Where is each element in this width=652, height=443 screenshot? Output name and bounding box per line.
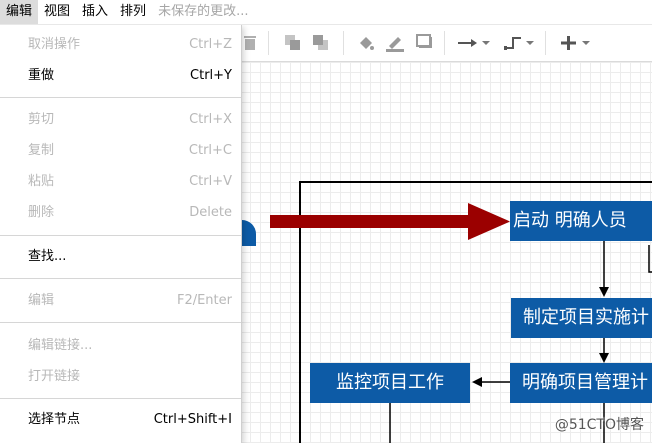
edit-menu-dropdown: 取消操作 Ctrl+Z 重做 Ctrl+Y 剪切 Ctrl+X 复制 Ctrl+… [0,25,242,443]
menu-divider [0,322,241,323]
menu-item-redo-shortcut: Ctrl+Y [190,68,232,83]
menu-item-copy[interactable]: 复制 Ctrl+C [0,136,241,166]
menu-divider [0,398,241,399]
menu-item-undo[interactable]: 取消操作 Ctrl+Z [0,30,241,60]
app-window: 启动 明确人员 制定项目实施计 明确项目管理计 监控项目工作 编辑 视图 插入 … [0,0,652,443]
connection-arrow-icon[interactable] [457,33,491,53]
menu-item-cut-label: 剪切 [28,112,55,127]
menu-item-undo-shortcut: Ctrl+Z [189,37,232,52]
box-monitor-label: 监控项目工作 [336,372,444,393]
line-color-icon[interactable] [385,33,405,53]
menu-item-find-label: 查找... [28,249,67,264]
menu-bar: 编辑 视图 插入 排列 未保存的更改... [0,0,652,25]
menu-divider [0,97,241,98]
menu-item-paste-label: 粘贴 [28,174,55,189]
menu-item-undo-label: 取消操作 [28,37,81,52]
menu-item-cut-shortcut: Ctrl+X [189,112,232,127]
menu-item-copy-label: 复制 [28,143,55,158]
menu-item-cut[interactable]: 剪切 Ctrl+X [0,105,241,135]
menu-view[interactable]: 视图 [38,0,76,24]
box-plan-label: 制定项目实施计 [523,307,649,328]
box-manage[interactable]: 明确项目管理计 [510,363,652,403]
delete-icon[interactable] [243,33,257,53]
menu-item-edit-label: 编辑 [28,293,55,308]
insert-plus-icon[interactable] [560,33,592,53]
unsaved-changes-status[interactable]: 未保存的更改... [152,0,248,24]
menu-item-redo[interactable]: 重做 Ctrl+Y [0,61,241,91]
to-back-icon[interactable] [312,33,330,53]
menu-edit[interactable]: 编辑 [0,0,39,24]
menu-item-copy-shortcut: Ctrl+C [188,143,232,158]
menu-item-edit-shortcut: F2/Enter [176,293,232,308]
waypoints-icon[interactable] [503,33,535,53]
menu-item-delete-label: 删除 [28,205,55,220]
fill-color-icon[interactable] [357,33,375,53]
to-front-icon[interactable] [284,33,302,53]
menu-item-edit-link-label: 编辑链接... [28,338,93,353]
menu-divider [0,235,241,236]
menu-item-select-vertices-label: 选择节点 [28,412,81,427]
box-monitor[interactable]: 监控项目工作 [310,363,470,403]
shadow-icon[interactable] [416,33,434,53]
menu-item-delete[interactable]: 删除 Delete [0,198,241,228]
menu-item-open-link-label: 打开链接 [28,369,81,384]
watermark: @51CTO博客 [554,417,644,433]
menu-item-select-vertices[interactable]: 选择节点 Ctrl+Shift+I [0,405,241,435]
box-plan[interactable]: 制定项目实施计 [511,298,652,338]
menu-item-edit-link[interactable]: 编辑链接... [0,331,241,361]
menu-insert[interactable]: 插入 [76,0,114,24]
box-start[interactable]: 启动 明确人员 [510,201,652,241]
box-manage-label: 明确项目管理计 [522,372,648,393]
menu-item-open-link[interactable]: 打开链接 [0,362,241,392]
box-start-label: 启动 明确人员 [513,210,627,231]
menu-item-redo-label: 重做 [28,68,55,83]
menu-item-paste[interactable]: 粘贴 Ctrl+V [0,167,241,197]
menu-item-delete-shortcut: Delete [189,205,232,220]
menu-item-paste-shortcut: Ctrl+V [189,174,232,189]
menu-arrange[interactable]: 排列 [114,0,152,24]
menu-item-edit[interactable]: 编辑 F2/Enter [0,286,241,316]
menu-item-find[interactable]: 查找... [0,242,241,272]
menu-item-select-vertices-shortcut: Ctrl+Shift+I [153,412,232,427]
menu-divider [0,278,241,279]
